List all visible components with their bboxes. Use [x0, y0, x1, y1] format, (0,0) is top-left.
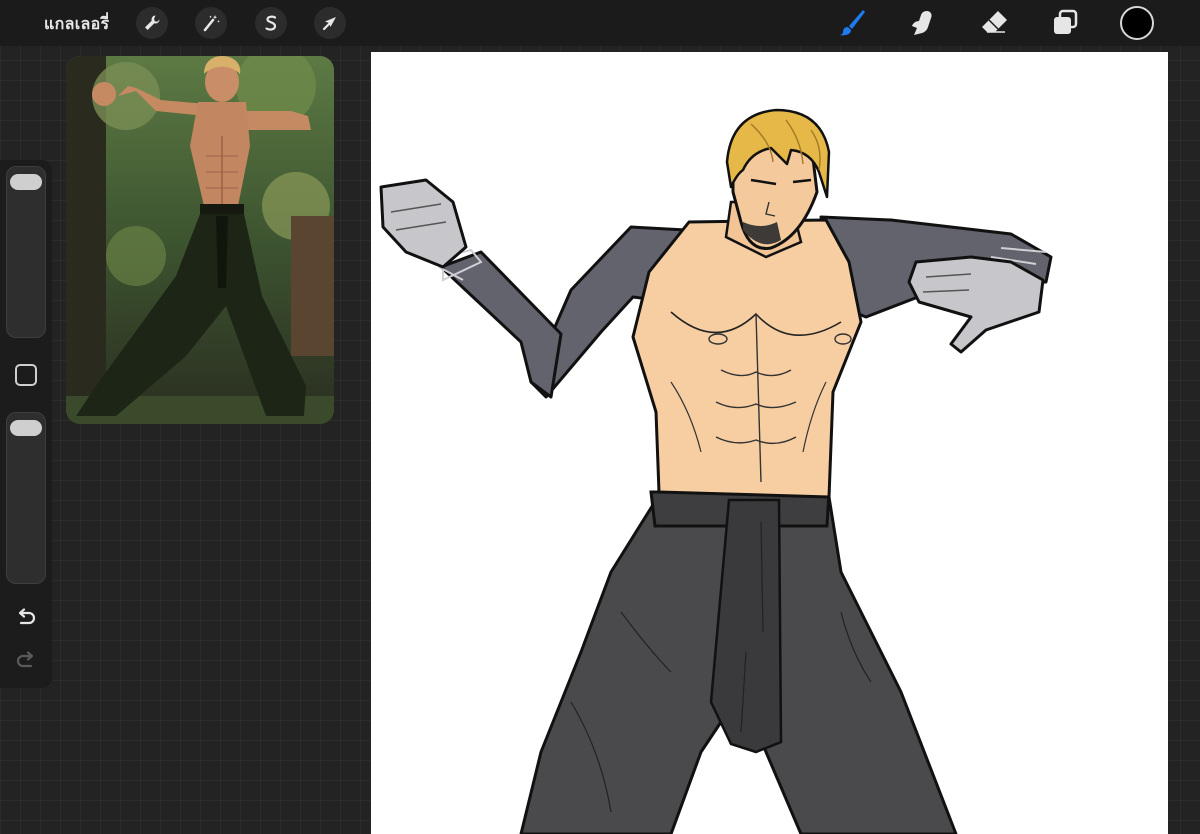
- reference-window[interactable]: [66, 56, 334, 424]
- transform-button[interactable]: [314, 7, 346, 39]
- brush-size-thumb[interactable]: [10, 173, 42, 190]
- modify-button[interactable]: [15, 364, 37, 386]
- selection-s-icon: [265, 15, 277, 31]
- left-sidebar: [0, 160, 52, 688]
- reference-photo: [66, 56, 334, 424]
- drawing-canvas[interactable]: [371, 52, 1168, 834]
- eraser-icon: [982, 11, 1007, 33]
- brush-icon: [839, 10, 865, 36]
- opacity-slider[interactable]: [6, 412, 46, 584]
- smudge-finger-icon: [912, 11, 932, 35]
- magic-wand-icon: [203, 15, 220, 32]
- opacity-thumb[interactable]: [10, 419, 42, 436]
- undo-icon: [18, 608, 36, 625]
- character-illustration: [379, 108, 1053, 834]
- adjustments-button[interactable]: [195, 7, 227, 39]
- top-toolbar: แกลเลอรี่: [0, 0, 1200, 46]
- redo-button[interactable]: [13, 648, 39, 674]
- brush-size-slider[interactable]: [6, 166, 46, 338]
- gallery-button[interactable]: แกลเลอรี่: [44, 12, 109, 37]
- color-picker-button[interactable]: [1120, 6, 1154, 40]
- wrench-icon: [145, 15, 160, 30]
- eraser-tool-button[interactable]: [976, 5, 1012, 41]
- layers-icon: [1054, 9, 1078, 34]
- layers-button[interactable]: [1047, 5, 1083, 41]
- actions-button[interactable]: [136, 7, 168, 39]
- undo-button[interactable]: [13, 605, 39, 631]
- smudge-tool-button[interactable]: [904, 5, 940, 41]
- redo-icon: [16, 651, 34, 668]
- brush-tool-button[interactable]: [834, 5, 870, 41]
- selection-button[interactable]: [255, 7, 287, 39]
- arrow-cursor-icon: [322, 17, 336, 31]
